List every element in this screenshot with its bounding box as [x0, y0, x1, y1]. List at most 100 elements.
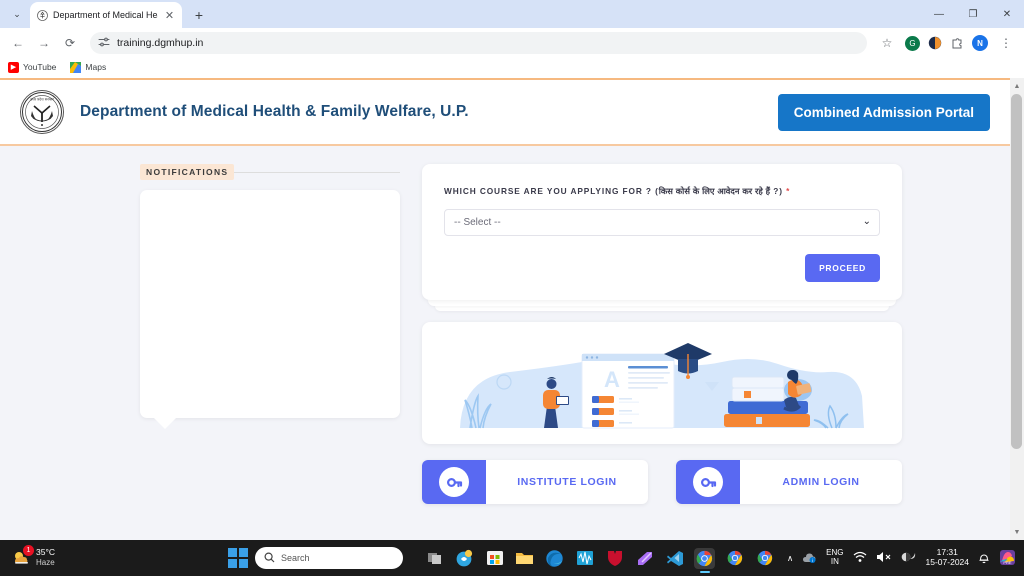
scroll-up-arrow[interactable]: ▲ — [1010, 79, 1024, 93]
address-bar[interactable]: training.dgmhup.in — [90, 32, 867, 54]
weather-condition: Haze — [36, 558, 55, 567]
svg-text:A: A — [604, 367, 620, 392]
profile-avatar[interactable]: N — [972, 35, 988, 51]
volume-muted-icon[interactable] — [876, 551, 892, 565]
audio-editor-icon[interactable] — [574, 548, 595, 569]
svg-text:PRE: PRE — [1003, 560, 1012, 565]
google-chrome-icon[interactable] — [724, 548, 745, 569]
tab-search-dropdown-icon[interactable]: ⌄ — [4, 0, 30, 28]
site-settings-icon[interactable] — [98, 36, 110, 51]
notifications-tail — [154, 418, 176, 429]
svg-text:i: i — [812, 558, 813, 563]
course-question-label: WHICH COURSE ARE YOU APPLYING FOR ? (किस… — [444, 186, 880, 197]
new-tab-button[interactable]: + — [186, 2, 212, 28]
scrollbar-thumb[interactable] — [1011, 94, 1022, 449]
bookmark-youtube[interactable]: ▶ YouTube — [8, 61, 57, 73]
search-placeholder: Search — [281, 553, 310, 563]
grammarly-extension-icon[interactable]: G — [905, 35, 920, 51]
taskbar-apps — [424, 547, 775, 573]
combined-admission-portal-button[interactable]: Combined Admission Portal — [777, 93, 990, 131]
google-chrome-icon[interactable] — [754, 548, 775, 569]
running-indicator — [699, 570, 710, 573]
back-icon[interactable]: ← — [6, 31, 30, 55]
tab-close-icon[interactable]: ✕ — [163, 9, 176, 22]
google-chrome-icon[interactable] — [694, 547, 715, 573]
weather-text: 35°C Haze — [36, 547, 55, 568]
login-buttons-row: INSTITUTE LOGIN ADMIN LOGIN — [422, 460, 902, 504]
extension-icons: G — [905, 35, 966, 51]
browser-menu-icon[interactable]: ⋮ — [994, 31, 1018, 55]
file-explorer-icon[interactable] — [514, 548, 535, 569]
course-select-wrapper: -- Select -- ⌄ — [444, 209, 880, 236]
taskbar-center: Search — [228, 547, 775, 573]
card-stack-layer-2 — [435, 306, 889, 311]
course-form-stack: WHICH COURSE ARE YOU APPLYING FOR ? (किस… — [422, 164, 902, 311]
illustration-card: A — [422, 322, 902, 444]
wifi-icon[interactable] — [853, 551, 867, 565]
institute-login-icon-block — [422, 460, 486, 504]
card-stack-layer-1 — [428, 300, 896, 306]
window-close-button[interactable]: ✕ — [990, 0, 1024, 28]
clipchamp-icon[interactable] — [634, 548, 655, 569]
site-header: उत्तर प्रदेश सरकार Department of Medical… — [0, 78, 1010, 146]
system-tray: ∧ i ENG IN 17:31 15-07-2024 PRE — [787, 547, 1016, 568]
reload-icon[interactable]: ⟳ — [58, 31, 82, 55]
copilot-icon[interactable] — [454, 548, 475, 569]
vs-code-icon[interactable] — [664, 548, 685, 569]
onedrive-icon[interactable]: i — [802, 551, 817, 566]
scroll-down-arrow[interactable]: ▼ — [1010, 525, 1024, 539]
notifications-column: NOTIFICATIONS — [140, 164, 400, 504]
tab-title: Department of Medical Health & — [53, 10, 158, 20]
windows-taskbar: 1 35°C Haze Search ∧ i ENG IN 17:31 15-0… — [0, 540, 1024, 576]
task-view-icon[interactable] — [424, 548, 445, 569]
forward-icon[interactable]: → — [32, 31, 56, 55]
microsoft-edge-icon[interactable] — [544, 548, 565, 569]
online-education-illustration: A — [460, 343, 864, 429]
mcafee-icon[interactable] — [604, 548, 625, 569]
taskbar-search[interactable]: Search — [255, 547, 403, 569]
course-question-hi: किस कोर्स के लिए आवेदन कर रहे हैं — [658, 186, 771, 196]
clock-time: 17:31 — [936, 547, 958, 558]
browser-window: ⌄ Department of Medical Health & ✕ + — ❐… — [0, 0, 1024, 540]
bookmark-label: YouTube — [23, 62, 57, 72]
maximize-button[interactable]: ❐ — [956, 0, 990, 28]
weather-widget[interactable]: 1 35°C Haze — [0, 545, 220, 568]
admin-login-icon-block — [676, 460, 740, 504]
browser-toolbar: ← → ⟳ training.dgmhup.in ☆ G N ⋮ — [0, 28, 1024, 58]
form-column: WHICH COURSE ARE YOU APPLYING FOR ? (किस… — [422, 164, 902, 504]
weather-temp: 35°C — [36, 547, 55, 558]
institute-login-label: INSTITUTE LOGIN — [517, 476, 617, 488]
institute-login-button[interactable]: INSTITUTE LOGIN — [422, 460, 648, 504]
windows-start-icon[interactable] — [228, 548, 248, 568]
admin-login-button[interactable]: ADMIN LOGIN — [676, 460, 902, 504]
sun-cloud-icon: 1 — [12, 545, 34, 567]
required-asterisk: * — [786, 186, 791, 196]
extensions-puzzle-icon[interactable] — [949, 36, 964, 51]
notifications-panel — [140, 190, 400, 429]
colorful-app-icon[interactable]: PRE — [999, 549, 1016, 568]
key-icon — [693, 467, 723, 497]
adblock-extension-icon[interactable] — [927, 36, 942, 51]
language-indicator[interactable]: ENG IN — [826, 548, 843, 567]
minimize-button[interactable]: — — [922, 0, 956, 28]
notification-bell-icon[interactable] — [978, 551, 990, 566]
svg-text:उत्तर प्रदेश सरकार: उत्तर प्रदेश सरकार — [30, 97, 54, 102]
google-maps-icon — [70, 61, 82, 73]
clock[interactable]: 17:31 15-07-2024 — [926, 547, 969, 568]
tray-expand-chevron-icon[interactable]: ∧ — [787, 553, 793, 564]
search-icon — [264, 551, 275, 565]
page-content: NOTIFICATIONS WHICH COURSE ARE YOU APPLY… — [0, 146, 1010, 504]
course-select[interactable]: -- Select -- — [444, 209, 880, 236]
notifications-header: NOTIFICATIONS — [140, 164, 400, 180]
bookmark-maps[interactable]: Maps — [70, 61, 106, 73]
page-scrollbar[interactable]: ▲ ▼ — [1010, 78, 1024, 540]
battery-icon[interactable] — [901, 551, 917, 565]
page-title: Department of Medical Health & Family We… — [80, 103, 469, 120]
proceed-button[interactable]: PROCEED — [805, 254, 880, 282]
weather-badge: 1 — [23, 545, 34, 556]
bookmark-star-icon[interactable]: ☆ — [875, 31, 899, 55]
microsoft-store-icon[interactable] — [484, 548, 505, 569]
proceed-row: PROCEED — [444, 254, 880, 282]
notifications-label: NOTIFICATIONS — [140, 164, 235, 180]
browser-tab[interactable]: Department of Medical Health & ✕ — [30, 2, 182, 28]
